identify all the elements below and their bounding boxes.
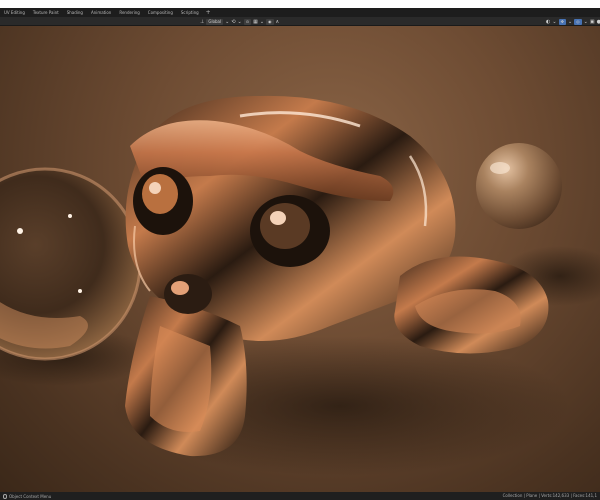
transform-orientation-label: Global (208, 19, 222, 24)
tab-animation[interactable]: Animation (87, 8, 115, 17)
transform-orientation-icon: ⊥ (200, 18, 205, 25)
3d-viewport[interactable] (0, 26, 600, 492)
snap-target-icon[interactable]: ▦ (253, 19, 258, 25)
snap-toggle[interactable]: ⊙ (243, 18, 252, 25)
chevron-down-icon: ⌄ (567, 18, 573, 25)
xray-toggle-icon[interactable]: ▣ (590, 19, 595, 25)
blender-window: UV Editing Texture Paint Shading Animati… (0, 8, 600, 500)
mouse-right-click-icon (3, 493, 7, 499)
proportional-editing-toggle[interactable]: ◉ (266, 18, 274, 25)
status-hint: Object Context Menu (3, 492, 51, 500)
pivot-point-icon[interactable]: ⟲ (231, 19, 235, 25)
tab-scripting[interactable]: Scripting (177, 8, 203, 17)
matte-sphere (476, 143, 562, 229)
chevron-down-icon: ⌄ (237, 18, 242, 25)
tab-compositing[interactable]: Compositing (144, 8, 177, 17)
overlays-toggle[interactable]: ◎ (574, 18, 582, 25)
tab-rendering[interactable]: Rendering (115, 8, 143, 17)
tab-shading[interactable]: Shading (63, 8, 87, 17)
shading-mode-icon[interactable]: ● (597, 19, 600, 25)
tab-texture-paint[interactable]: Texture Paint (29, 8, 63, 17)
viewport-header: ⊥ Global ⌄ ⟲ ⌄ ⊙ ▦ ⌄ ◉ ∧ ◐ ⌄ ✥ ⌄ ◎ ⌄ ▣ ● (0, 17, 600, 26)
view-object-types-icon[interactable]: ◐ (546, 19, 550, 25)
workspace-tab-bar: UV Editing Texture Paint Shading Animati… (0, 8, 600, 17)
status-bar: Object Context Menu Collection | Plane |… (0, 492, 600, 500)
status-hint-text: Object Context Menu (9, 493, 52, 499)
add-workspace-button[interactable]: + (203, 8, 214, 17)
tab-uv-editing[interactable]: UV Editing (0, 8, 29, 17)
chevron-down-icon: ⌄ (583, 18, 588, 25)
chevron-down-icon: ⌄ (259, 18, 265, 25)
chevron-down-icon: ⌄ (225, 18, 230, 25)
transform-orientation-dropdown[interactable]: Global (206, 18, 224, 25)
falloff-icon[interactable]: ∧ (276, 19, 280, 25)
gizmo-toggle[interactable]: ✥ (558, 18, 566, 25)
render-image (0, 95, 600, 476)
chevron-down-icon: ⌄ (552, 18, 557, 25)
glass-sphere (0, 167, 142, 361)
scene-statistics: Collection | Plane | Verts:142,633 | Fac… (502, 493, 597, 498)
